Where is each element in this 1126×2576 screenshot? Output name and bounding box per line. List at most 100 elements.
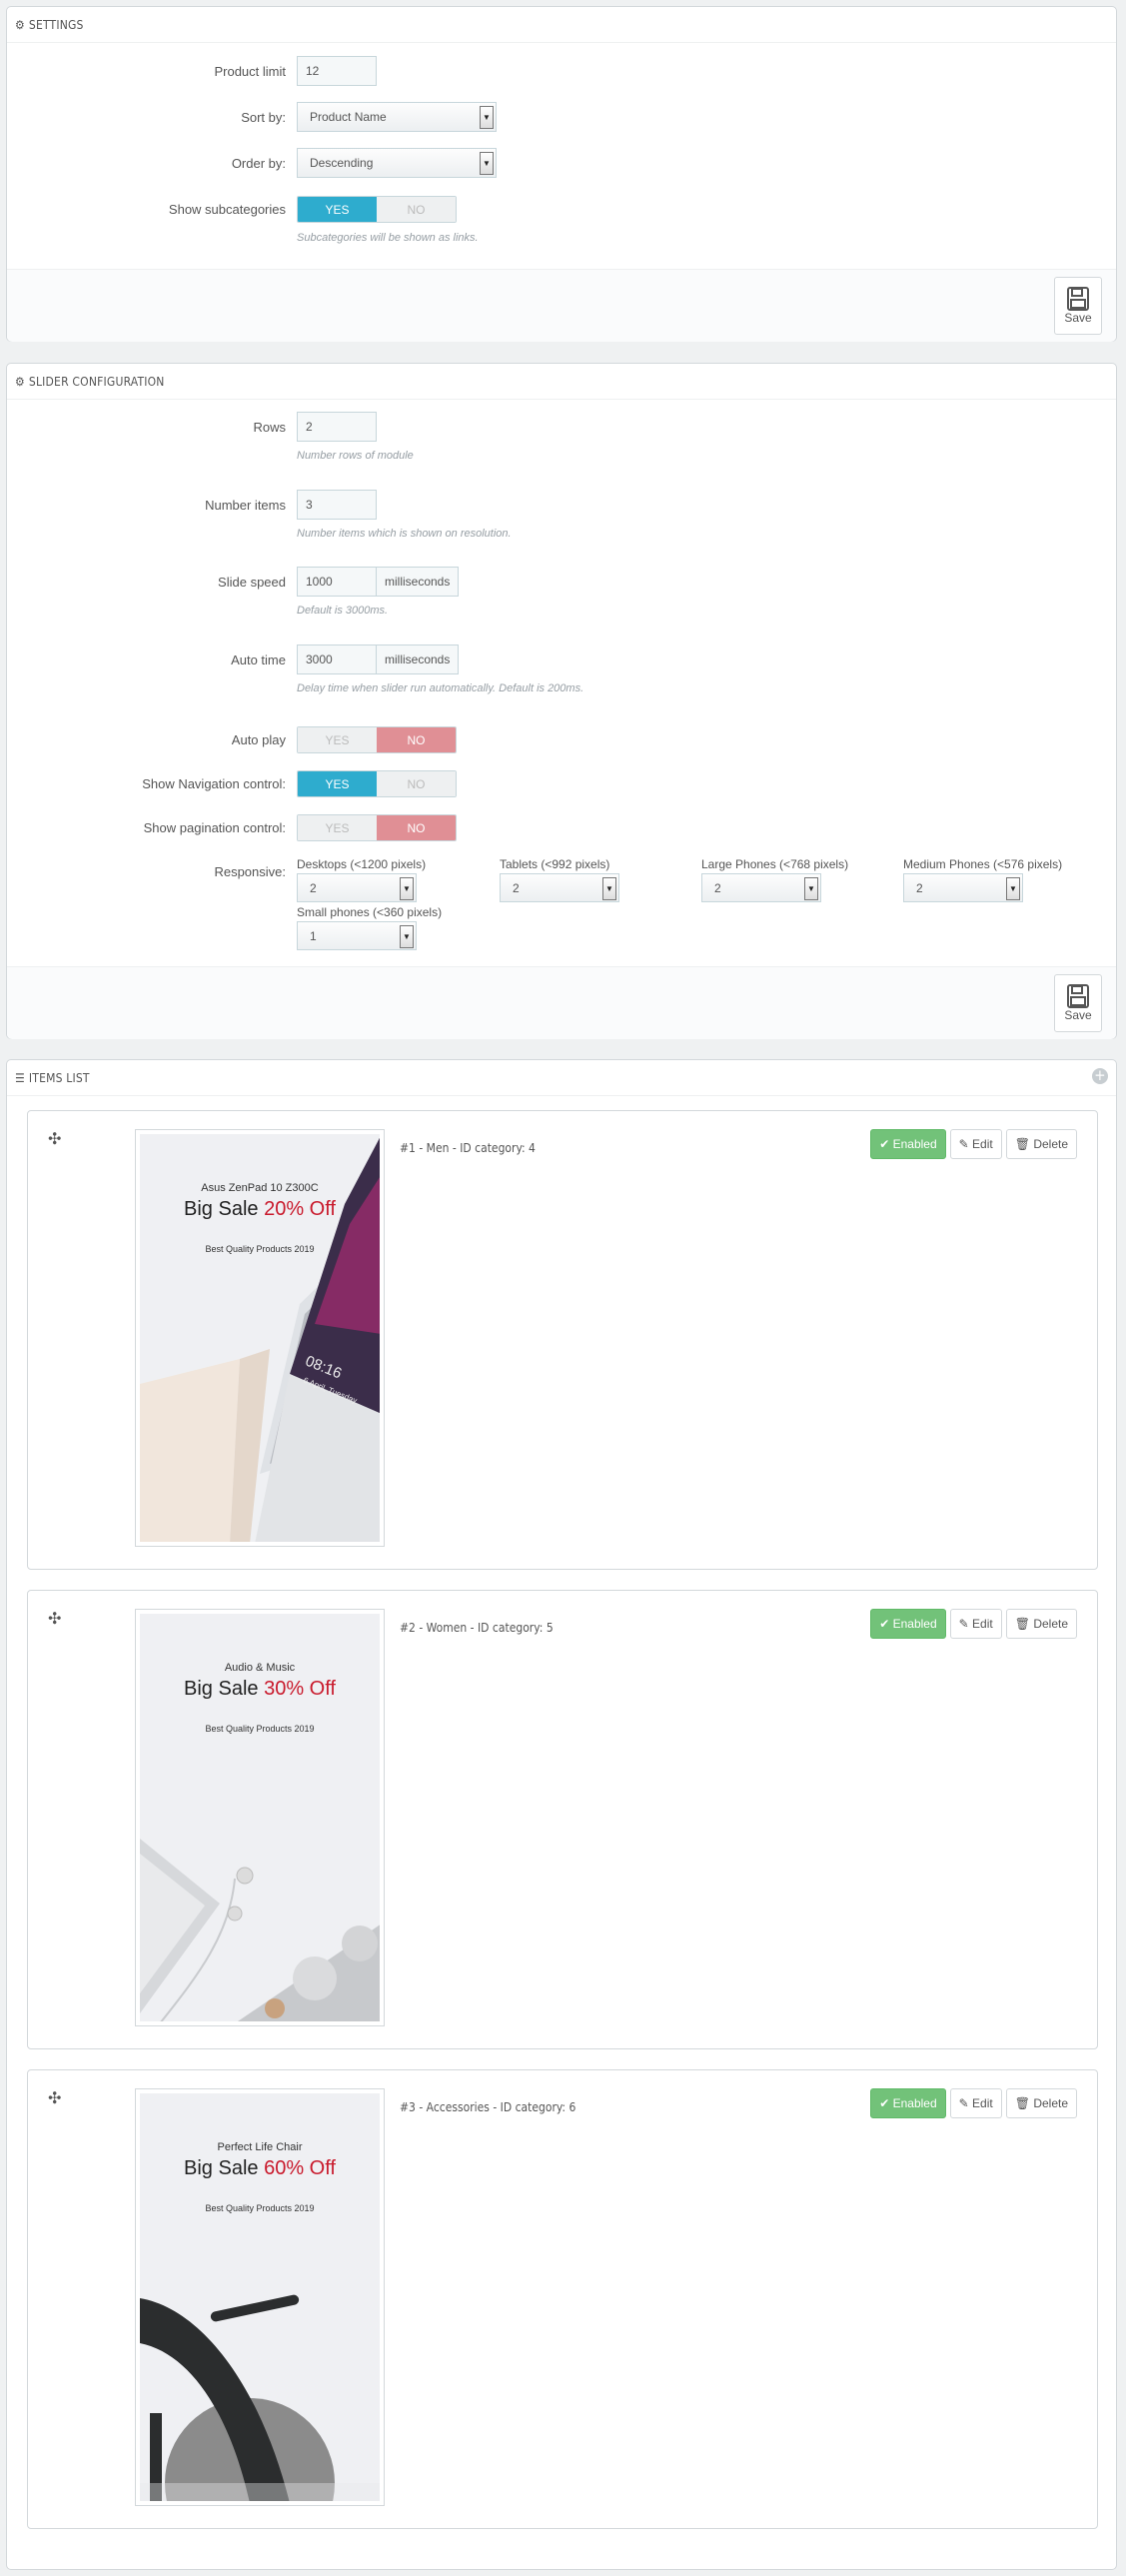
responsive-label: Responsive: — [214, 864, 286, 879]
slide-thumbnail: Asus ZenPad 10 Z300C Big Sale 20% Off Be… — [135, 1129, 385, 1547]
order-by-value: Descending — [310, 156, 374, 170]
toggle-yes[interactable]: YES — [298, 815, 377, 840]
item-title: #2 - Women - ID category: 5 — [400, 1621, 554, 1635]
floppy-disk-icon — [1067, 287, 1089, 311]
items-list-title: ITEMS LIST — [28, 1070, 90, 1085]
sort-by-select[interactable]: Product Name ▼ — [297, 102, 497, 132]
toggle-no[interactable]: NO — [377, 197, 456, 222]
dropdown-arrow-icon: ▼ — [480, 106, 494, 129]
enabled-button[interactable]: ✔ Enabled — [870, 2088, 946, 2118]
check-icon: ✔ — [879, 2096, 893, 2110]
slide-speed-unit: milliseconds — [377, 567, 460, 597]
drag-handle-icon[interactable]: ✣ — [48, 1129, 61, 1149]
list-item: ✣ Audio & Music Big Sale 30% Off Best Qu… — [27, 1590, 1098, 2049]
dropdown-arrow-icon: ▼ — [804, 877, 818, 900]
show-subcategories-toggle[interactable]: YES NO — [297, 196, 457, 223]
toggle-no[interactable]: NO — [377, 727, 456, 752]
check-icon: ✔ — [879, 1617, 893, 1631]
delete-label: Delete — [1033, 1137, 1068, 1151]
slide-image: Audio & Music Big Sale 30% Off Best Qual… — [140, 1614, 380, 2021]
check-icon: ✔ — [879, 1137, 893, 1151]
small-phones-label: Small phones (<360 pixels) — [297, 905, 443, 919]
slide-headline-text: Big Sale — [184, 2157, 265, 2179]
auto-play-toggle[interactable]: YES NO — [297, 726, 457, 753]
show-navigation-toggle[interactable]: YES NO — [297, 770, 457, 797]
toggle-yes[interactable]: YES — [298, 197, 377, 222]
small-phones-group: Small phones (<360 pixels) 1 ▼ — [297, 905, 442, 950]
auto-time-label: Auto time — [231, 652, 286, 667]
save-label: Save — [1064, 311, 1092, 325]
order-by-select[interactable]: Descending ▼ — [297, 148, 497, 178]
slide-speed-input[interactable]: 1000 — [297, 567, 377, 597]
delete-label: Delete — [1033, 2096, 1068, 2110]
slide-headline-text: Big Sale — [184, 1678, 265, 1700]
drag-handle-icon[interactable]: ✣ — [48, 2088, 61, 2108]
edit-button[interactable]: ✎ Edit — [949, 1129, 1002, 1159]
list-item: ✣ Asus ZenPad 10 Z300C Big Sale 20% Off … — [27, 1110, 1098, 1570]
toggle-no[interactable]: NO — [377, 771, 456, 796]
enabled-label: Enabled — [892, 1137, 937, 1151]
save-button[interactable]: Save — [1054, 974, 1102, 1032]
cogs-icon: ⚙ — [15, 374, 25, 389]
edit-label: Edit — [972, 1617, 993, 1631]
slide-subtitle: Perfect Life Chair — [217, 2141, 303, 2153]
item-title: #1 - Men - ID category: 4 — [400, 1141, 536, 1155]
save-button[interactable]: Save — [1054, 277, 1102, 335]
edit-label: Edit — [972, 2096, 993, 2110]
dropdown-arrow-icon: ▼ — [400, 925, 414, 948]
slide-discount: 60% Off — [264, 2157, 336, 2179]
auto-time-help: Delay time when slider run automatically… — [297, 682, 584, 694]
enabled-label: Enabled — [892, 2096, 937, 2110]
medium-phones-select[interactable]: 2 ▼ — [903, 873, 1023, 902]
tablets-label: Tablets (<992 pixels) — [500, 857, 610, 871]
floppy-disk-icon — [1067, 984, 1089, 1008]
slide-subtitle: Asus ZenPad 10 Z300C — [201, 1182, 319, 1194]
edit-button[interactable]: ✎ Edit — [949, 2088, 1002, 2118]
delete-button[interactable]: 🗑 Delete — [1005, 1609, 1077, 1639]
delete-button[interactable]: 🗑 Delete — [1005, 2088, 1077, 2118]
enabled-button[interactable]: ✔ Enabled — [870, 1129, 946, 1159]
items-list-panel: ☰ ITEMS LIST + ✣ Asus ZenPad 10 Z300C Big … — [6, 1059, 1117, 2570]
item-actions: ✔ Enabled ✎ Edit 🗑 Delete — [870, 1609, 1077, 1639]
tablets-value: 2 — [513, 880, 520, 895]
delete-label: Delete — [1033, 1617, 1068, 1631]
rows-label: Rows — [253, 420, 286, 435]
save-label: Save — [1064, 1008, 1092, 1022]
rows-help: Number rows of module — [297, 450, 414, 462]
chair-illustration — [140, 2294, 380, 2501]
slide-discount: 30% Off — [264, 1678, 336, 1700]
tablets-select[interactable]: 2 ▼ — [500, 873, 619, 902]
rows-input[interactable]: 2 — [297, 412, 377, 442]
toggle-yes[interactable]: YES — [298, 727, 377, 752]
number-items-help: Number items which is shown on resolutio… — [297, 528, 512, 540]
dropdown-arrow-icon: ▼ — [480, 152, 494, 175]
large-phones-select[interactable]: 2 ▼ — [701, 873, 821, 902]
edit-button[interactable]: ✎ Edit — [949, 1609, 1002, 1639]
large-phones-group: Large Phones (<768 pixels) 2 ▼ — [701, 857, 848, 902]
item-actions: ✔ Enabled ✎ Edit 🗑 Delete — [870, 2088, 1077, 2118]
slide-headline: Big Sale 30% Off — [140, 1678, 380, 1701]
number-items-input[interactable]: 3 — [297, 490, 377, 520]
slider-config-header: ⚙ SLIDER CONFIGURATION — [7, 364, 1116, 400]
toggle-no[interactable]: NO — [377, 815, 456, 840]
small-phones-select[interactable]: 1 ▼ — [297, 921, 417, 950]
slide-tagline: Best Quality Products 2019 — [205, 1724, 315, 1734]
show-pagination-toggle[interactable]: YES NO — [297, 814, 457, 841]
slide-image: Perfect Life Chair Big Sale 60% Off Best… — [140, 2093, 380, 2501]
slider-config-title: SLIDER CONFIGURATION — [28, 374, 165, 389]
dropdown-arrow-icon: ▼ — [602, 877, 616, 900]
large-phones-value: 2 — [714, 880, 721, 895]
auto-time-input[interactable]: 3000 — [297, 644, 377, 674]
show-subcategories-label: Show subcategories — [168, 202, 286, 217]
medium-phones-group: Medium Phones (<576 pixels) 2 ▼ — [903, 857, 1062, 902]
enabled-button[interactable]: ✔ Enabled — [870, 1609, 946, 1639]
toggle-yes[interactable]: YES — [298, 771, 377, 796]
slide-headline: Big Sale 20% Off — [140, 1198, 380, 1221]
desktops-select[interactable]: 2 ▼ — [297, 873, 417, 902]
add-icon[interactable]: + — [1092, 1068, 1108, 1084]
delete-button[interactable]: 🗑 Delete — [1005, 1129, 1077, 1159]
dropdown-arrow-icon: ▼ — [400, 877, 414, 900]
desktops-group: Desktops (<1200 pixels) 2 ▼ — [297, 857, 426, 902]
product-limit-input[interactable]: 12 — [297, 56, 377, 86]
drag-handle-icon[interactable]: ✣ — [48, 1609, 61, 1629]
